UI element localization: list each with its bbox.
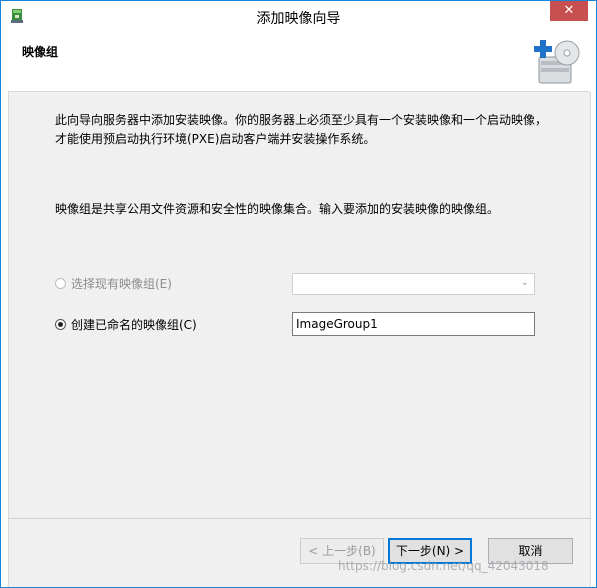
- wizard-window: 添加映像向导 ✕ 映像组 此向导向服务器中添加安装映像。你的服务器上必须至少具有…: [0, 0, 597, 588]
- wizard-header: 映像组: [8, 31, 589, 92]
- existing-group-select[interactable]: ⌄: [292, 273, 535, 295]
- new-group-name-input[interactable]: [292, 312, 535, 336]
- page-title: 映像组: [22, 45, 59, 59]
- description-text: 映像组是共享公用文件资源和安全性的映像集合。输入要添加的安装映像的映像组。: [55, 202, 500, 216]
- add-image-disc-icon: [534, 40, 580, 84]
- existing-group-radio[interactable]: [55, 277, 66, 289]
- existing-group-option[interactable]: 选择现有映像组(E): [55, 274, 172, 292]
- close-button[interactable]: ✕: [550, 1, 588, 21]
- new-group-radio[interactable]: [55, 318, 66, 330]
- intro-text: 此向导向服务器中添加安装映像。你的服务器上必须至少具有一个安装映像和一个启动映像…: [55, 113, 548, 146]
- wizard-body: 此向导向服务器中添加安装映像。你的服务器上必须至少具有一个安装映像和一个启动映像…: [8, 92, 591, 518]
- existing-group-label: 选择现有映像组(E): [71, 276, 172, 291]
- title-bar[interactable]: 添加映像向导 ✕: [1, 1, 596, 31]
- watermark-text: https://blog.csdn.net/qq_42043018: [338, 559, 549, 573]
- new-group-option[interactable]: 创建已命名的映像组(C): [55, 315, 197, 333]
- chevron-down-icon: ⌄: [520, 277, 529, 288]
- wizard-footer: < 上一步(B) 下一步(N) > 取消: [8, 518, 591, 587]
- window-title: 添加映像向导: [256, 11, 341, 27]
- new-group-label: 创建已命名的映像组(C): [71, 317, 197, 332]
